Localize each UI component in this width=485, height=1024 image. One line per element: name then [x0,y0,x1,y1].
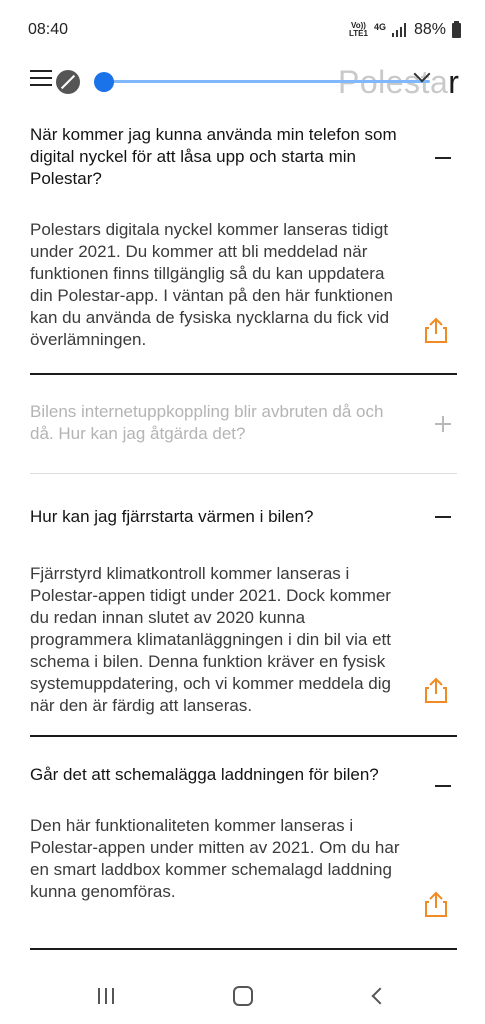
minus-icon[interactable] [435,509,451,525]
faq-item: Hur kan jag fjärrstarta värmen i bilen? … [30,506,457,717]
status-time: 08:40 [28,21,69,38]
faq-item[interactable]: Bilens internetuppkoppling blir avbruten… [30,401,457,445]
divider [30,948,457,950]
back-icon[interactable] [371,987,389,1005]
slider-thumb[interactable] [94,72,114,92]
faq-answer: Den här funktionaliteten kommer lanseras… [30,816,400,901]
faq-item: Går det att schemalägga laddningen för b… [30,764,457,917]
minus-icon[interactable] [435,150,451,166]
home-icon[interactable] [233,986,253,1006]
faq-question[interactable]: Bilens internetuppkoppling blir avbruten… [30,401,410,445]
faq-question[interactable]: När kommer jag kunna använda min telefon… [30,124,410,190]
minus-icon[interactable] [435,778,451,794]
battery-icon [452,20,461,38]
faq-question[interactable]: Hur kan jag fjärrstarta värmen i bilen? [30,506,410,528]
faq-question[interactable]: Går det att schemalägga laddningen för b… [30,764,410,786]
share-icon[interactable] [423,316,449,344]
status-bar: 08:40 Vo)) LTE1 4G 88% [0,0,485,60]
share-icon[interactable] [423,676,449,704]
network-type: 4G [373,22,386,32]
divider [30,735,457,737]
battery-percent: 88% [413,21,446,38]
volte-indicator: Vo)) LTE1 [348,21,368,38]
navigation-bar [0,970,485,1024]
divider [30,373,457,375]
slider-track[interactable] [100,80,430,83]
hamburger-menu-icon[interactable] [30,70,52,90]
top-bar: Polestar [0,58,485,108]
faq-item: När kommer jag kunna använda min telefon… [30,124,457,351]
mute-icon[interactable] [56,70,80,94]
plus-icon[interactable] [435,416,451,432]
signal-icon [391,23,406,37]
status-icons: Vo)) LTE1 4G 88% [348,20,461,39]
faq-answer: Fjärrstyrd klimatkontroll kommer lansera… [30,564,391,715]
recents-icon[interactable] [98,988,118,1004]
divider [30,473,457,474]
share-icon[interactable] [423,890,449,918]
faq-answer: Polestars digitala nyckel kommer lansera… [30,220,393,349]
